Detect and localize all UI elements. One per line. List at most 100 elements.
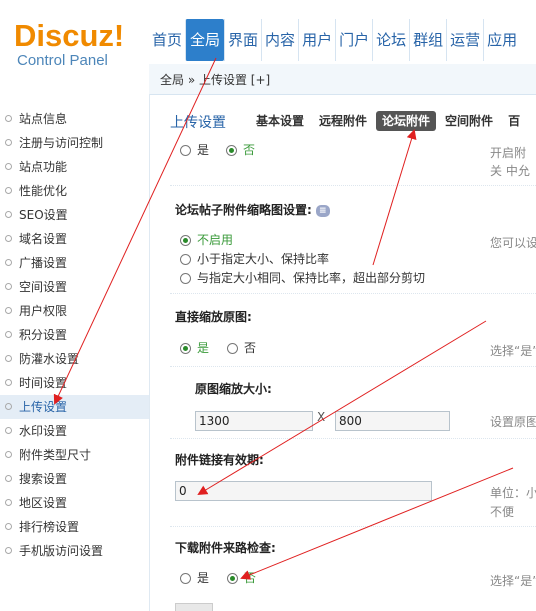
nav-item[interactable]: 门户 (335, 19, 372, 61)
sidebar-item[interactable]: 积分设置 (0, 323, 149, 347)
bullet-icon (5, 163, 12, 170)
breadcrumb[interactable]: 全局 » 上传设置 [+] (160, 71, 270, 88)
sidebar-item-label: 附件类型尺寸 (19, 448, 92, 462)
tab-bar: 基本设置 远程附件 论坛附件 空间附件百 (250, 111, 529, 131)
bullet-icon (5, 547, 12, 554)
logo-subtitle: Control Panel (17, 52, 108, 69)
sidebar-item[interactable]: 附件类型尺寸 (0, 443, 149, 467)
sidebar-item[interactable]: SEO设置 (0, 203, 149, 227)
nav-item[interactable]: 论坛 (372, 19, 409, 61)
radio-checked-icon[interactable] (227, 573, 238, 584)
sidebar-item-label: 空间设置 (19, 280, 68, 294)
sidebar-item[interactable]: 广播设置 (0, 251, 149, 275)
sidebar-item-label: 注册与访问控制 (19, 136, 104, 150)
sidebar-list: 站点信息注册与访问控制 站点功能性能优化 SEO设置 域名设置 广播设置空间设置用户权限… (0, 94, 149, 563)
sidebar-item-label: 上传设置 (19, 400, 68, 414)
bullet-icon (5, 523, 12, 530)
sidebar-item[interactable]: 性能优化 (0, 179, 149, 203)
referer-yes-option[interactable]: 是 (180, 569, 209, 586)
logo-brand: Discuz! (14, 18, 125, 53)
option-label: 否 (244, 341, 257, 355)
option-label: 否 (243, 143, 256, 157)
hint-text: 关 中允 (490, 164, 530, 178)
hint-text: 单位：小 (490, 486, 536, 500)
bullet-icon (5, 235, 12, 242)
sidebar-item[interactable]: 站点信息 (0, 107, 149, 131)
sidebar-item-label: 地区设置 (19, 496, 68, 510)
sidebar-item-label: 手机版访问设置 (19, 544, 104, 558)
row-divider (170, 293, 536, 294)
bullet-icon (5, 355, 12, 362)
nav-item[interactable]: 应用 (483, 19, 520, 61)
bullet-icon (5, 403, 12, 410)
sidebar-item[interactable]: 时间设置 (0, 371, 149, 395)
page-title: 上传设置 (170, 115, 226, 131)
resize-yes-option[interactable]: 是 (180, 339, 209, 356)
sidebar-item-label: 防灌水设置 (19, 352, 80, 366)
thumb-option-smaller[interactable]: 小于指定大小、保持比率 (180, 250, 329, 267)
row-divider (170, 526, 536, 527)
radio-icon[interactable] (180, 273, 191, 284)
nav-item[interactable]: 群组 (409, 19, 446, 61)
radio-checked-icon[interactable] (180, 343, 191, 354)
resize-width-input[interactable]: 1300 (195, 411, 313, 431)
row-divider (170, 438, 536, 439)
tab[interactable]: 空间附件 (439, 111, 499, 131)
top-yes-option[interactable]: 是 (180, 141, 209, 158)
sidebar-item[interactable]: 水印设置 (0, 419, 149, 443)
radio-checked-icon[interactable] (180, 235, 191, 246)
sidebar-item-label: 站点功能 (19, 160, 68, 174)
page-header: 上传设置 基本设置 远程附件 论坛附件 空间附件百 (150, 95, 536, 145)
thumb-option-crop[interactable]: 与指定大小相同、保持比率，超出部分剪切 (180, 269, 425, 286)
top-no-option[interactable]: 否 (226, 141, 255, 158)
referer-no-option[interactable]: 否 (227, 569, 256, 586)
sidebar-item[interactable]: 站点功能 (0, 155, 149, 179)
nav-item[interactable]: 运营 (446, 19, 483, 61)
radio-icon[interactable] (180, 145, 191, 156)
sidebar: 站点信息注册与访问控制 站点功能性能优化 SEO设置 域名设置 广播设置空间设置用户权限… (0, 94, 150, 611)
tab[interactable]: 百 (502, 111, 526, 131)
nav-item[interactable]: 用户 (298, 19, 335, 61)
sidebar-item[interactable]: 排行榜设置 (0, 515, 149, 539)
option-label: 是 (197, 143, 210, 157)
sidebar-item[interactable]: 防灌水设置 (0, 347, 149, 371)
radio-icon[interactable] (180, 573, 191, 584)
nav-item[interactable]: 全局 (185, 19, 225, 61)
bullet-icon (5, 307, 12, 314)
bullet-icon (5, 499, 12, 506)
sidebar-item-label: 性能优化 (19, 184, 68, 198)
radio-icon[interactable] (180, 254, 191, 265)
resize-setting-title: 直接缩放原图: (175, 310, 252, 324)
resize-height-input[interactable]: 800 (335, 411, 450, 431)
bullet-icon (5, 451, 12, 458)
sidebar-item[interactable]: 注册与访问控制 (0, 131, 149, 155)
tab[interactable]: 论坛附件 (376, 111, 437, 131)
hint-text: 不便 (490, 505, 515, 519)
sidebar-item[interactable]: 用户权限 (0, 299, 149, 323)
sidebar-item[interactable]: 搜索设置 (0, 467, 149, 491)
option-label: 是 (197, 571, 210, 585)
thumb-option-disable[interactable]: 不启用 (180, 231, 233, 248)
header: Discuz! Control Panel 首页 全局 界面 内容 用户 门户 论坛 群组 运营… (0, 0, 536, 69)
sidebar-item[interactable]: 上传设置 (0, 395, 149, 419)
nav-item[interactable]: 内容 (261, 19, 298, 61)
radio-checked-icon[interactable] (226, 145, 237, 156)
tab[interactable]: 基本设置 (250, 111, 310, 131)
sidebar-item[interactable]: 手机版访问设置 (0, 539, 149, 563)
comment-icon[interactable]: ≡ (315, 204, 330, 217)
row-divider (170, 366, 536, 367)
sidebar-item[interactable]: 域名设置 (0, 227, 149, 251)
resize-no-option[interactable]: 否 (227, 339, 256, 356)
nav-item[interactable]: 界面 (224, 19, 261, 61)
bullet-icon (5, 259, 12, 266)
sidebar-item[interactable]: 空间设置 (0, 275, 149, 299)
radio-icon[interactable] (227, 343, 238, 354)
hint-text: 设置原图 (490, 415, 536, 429)
referer-check-title: 下载附件来路检查: (175, 541, 276, 555)
submit-button[interactable] (175, 603, 213, 611)
sidebar-item[interactable]: 地区设置 (0, 491, 149, 515)
link-expiry-input[interactable]: 0 (175, 481, 432, 501)
thumb-setting-title: 论坛帖子附件缩略图设置: ≡ (175, 201, 330, 218)
nav-item[interactable]: 首页 (149, 19, 185, 61)
tab[interactable]: 远程附件 (313, 111, 373, 131)
